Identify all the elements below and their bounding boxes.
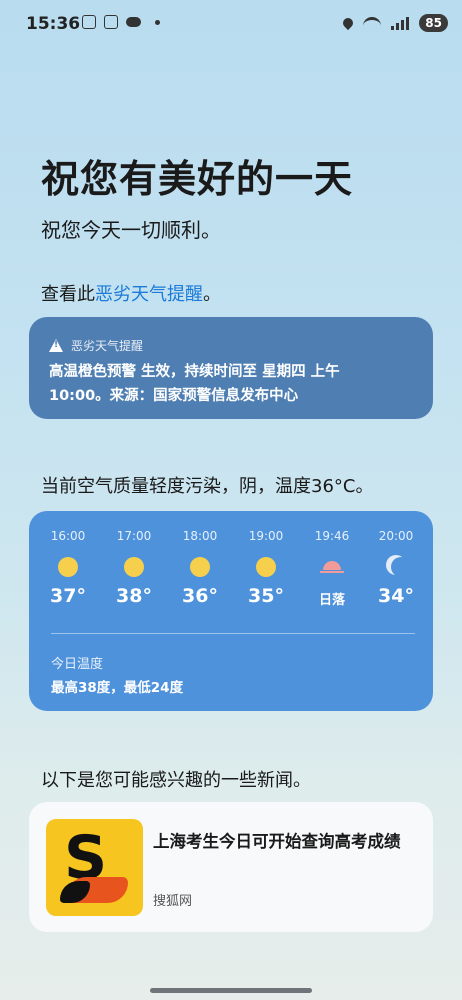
news-thumbnail: S: [46, 819, 143, 916]
signal-icon: [391, 16, 410, 30]
hour-item: 16:00 37°: [38, 529, 98, 607]
greeting-subtitle: 祝您今天一切顺利。: [41, 218, 221, 242]
greeting-title: 祝您有美好的一天: [41, 157, 354, 201]
hour-temperature: 35°: [248, 585, 284, 607]
sun-icon: [58, 557, 78, 577]
news-card[interactable]: S 上海考生今日可开始查询高考成绩 搜狐网: [29, 802, 433, 932]
hour-item: 19:46 日落: [302, 529, 362, 608]
hour-temperature: 37°: [50, 585, 86, 607]
hour-item: 18:00 36°: [170, 529, 230, 607]
hour-time: 16:00: [50, 529, 86, 543]
hour-item: 17:00 38°: [104, 529, 164, 607]
hourly-forecast: 16:00 37° 17:00 38° 18:00 36° 19:00 35° …: [29, 529, 433, 629]
hour-item: 20:00 34°: [366, 529, 426, 607]
status-time: 15:36: [26, 14, 81, 34]
hour-time: 18:00: [182, 529, 218, 543]
hour-temperature: 36°: [182, 585, 218, 607]
weather-summary: 当前空气质量轻度污染，阴，温度36°C。: [41, 476, 374, 497]
sunset-icon: [320, 557, 344, 577]
hour-item: 19:00 35°: [236, 529, 296, 607]
news-title: 上海考生今日可开始查询高考成绩: [153, 832, 401, 851]
today-temperature-range: 最高38度，最低24度: [51, 680, 184, 696]
weather-divider: [51, 633, 415, 634]
screenshot-icon: [104, 15, 118, 29]
sun-icon: [190, 557, 210, 577]
hour-time: 17:00: [116, 529, 152, 543]
status-bar: 15:36 85: [0, 0, 462, 48]
alert-body: 高温橙色预警 生效，持续时间至 星期四 上午 10:00。来源：国家预警信息发布…: [49, 360, 413, 408]
alert-prompt: 查看此恶劣天气提醒。: [41, 280, 221, 306]
alert-prompt-suffix: 。: [203, 284, 221, 305]
sun-icon: [256, 557, 276, 577]
location-icon: [341, 15, 356, 31]
severe-weather-link[interactable]: 恶劣天气提醒: [95, 284, 203, 305]
status-left-icons: [82, 15, 160, 29]
alert-header: 恶劣天气提醒: [49, 337, 413, 354]
alert-line-2: 10:00。来源：国家预警信息发布中心: [49, 388, 299, 404]
moon-icon: [391, 557, 411, 577]
wifi-icon: [363, 17, 382, 29]
more-notifications-dot-icon: [155, 19, 160, 25]
hour-temperature: 38°: [116, 585, 152, 607]
notification-app-icon: [82, 15, 96, 29]
home-indicator[interactable]: [150, 988, 312, 993]
sunset-label: 日落: [318, 593, 345, 608]
hourly-weather-card[interactable]: 16:00 37° 17:00 38° 18:00 36° 19:00 35° …: [29, 511, 433, 711]
warning-icon: [49, 339, 63, 352]
hour-time: 19:46: [314, 529, 350, 543]
news-source: 搜狐网: [153, 894, 193, 909]
alert-line-1: 高温橙色预警 生效，持续时间至 星期四 上午: [49, 364, 340, 380]
hour-time: 20:00: [378, 529, 414, 543]
hour-temperature: 34°: [378, 585, 414, 607]
status-right-icons: 85: [341, 14, 448, 32]
news-intro: 以下是您可能感兴趣的一些新闻。: [41, 770, 311, 791]
severe-weather-alert-card[interactable]: 恶劣天气提醒 高温橙色预警 生效，持续时间至 星期四 上午 10:00。来源：国…: [29, 317, 433, 419]
sun-icon: [124, 557, 144, 577]
hour-time: 19:00: [248, 529, 284, 543]
alert-prompt-prefix: 查看此: [41, 284, 95, 305]
today-temperature-label: 今日温度: [51, 657, 104, 672]
battery-indicator: 85: [419, 14, 448, 32]
cloud-icon: [126, 17, 141, 27]
alert-header-label: 恶劣天气提醒: [71, 339, 144, 353]
